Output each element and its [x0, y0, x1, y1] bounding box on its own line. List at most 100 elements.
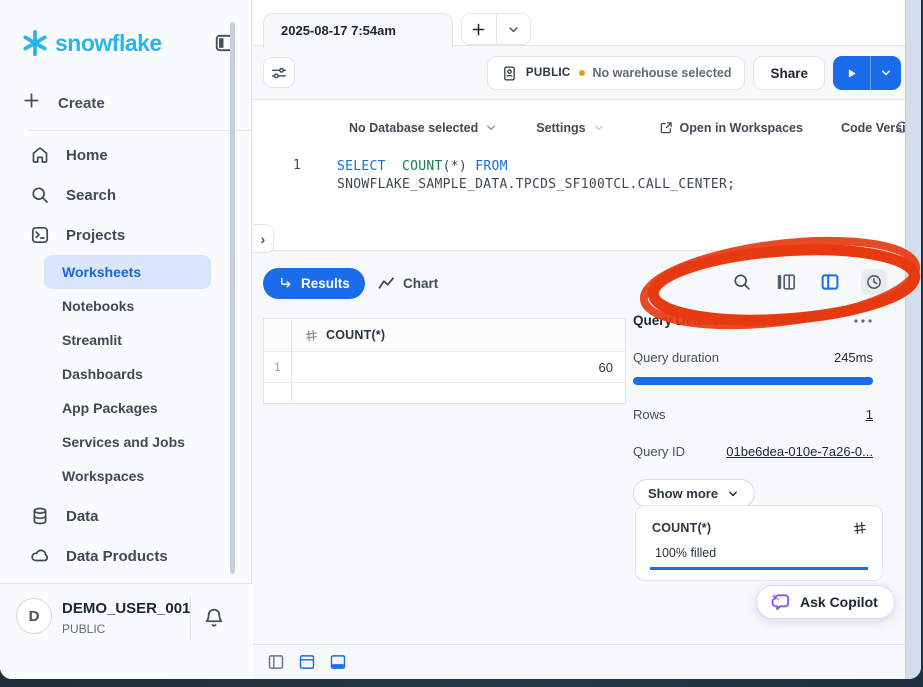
user-role: PUBLIC — [62, 622, 105, 636]
rows-value-link[interactable]: 1 — [866, 407, 873, 422]
database-selector[interactable]: No Database selected — [349, 121, 498, 135]
sidebar-item-label: Data — [66, 508, 99, 525]
query-id-label: Query ID — [633, 444, 685, 459]
share-button[interactable]: Share — [753, 56, 825, 90]
open-in-workspaces-link[interactable]: Open in Workspaces — [658, 120, 803, 136]
create-button[interactable]: Create — [22, 88, 251, 118]
sidebar-scrollbar[interactable] — [230, 22, 235, 574]
run-options-button[interactable] — [870, 56, 901, 90]
query-id-link[interactable]: 01be6dea-010e-7a26-0... — [726, 444, 873, 459]
plus-icon — [470, 21, 487, 38]
create-label: Create — [58, 95, 105, 112]
sidebar-item-label: Data Products — [66, 548, 168, 565]
sidebar-item-services-and-jobs[interactable]: Services and Jobs — [0, 425, 251, 459]
sidebar: snowflake Create Home — [0, 0, 252, 679]
search-icon — [30, 185, 50, 205]
copilot-icon — [770, 592, 791, 613]
context-selector[interactable]: PUBLIC No warehouse selected — [487, 56, 746, 90]
sql-code[interactable]: SELECT COUNT(*) FROM SNOWFLAKE_SAMPLE_DA… — [337, 158, 897, 194]
editor-search-icon[interactable] — [894, 119, 905, 142]
sidebar-item-label: Search — [66, 187, 116, 204]
sidebar-item-dashboards[interactable]: Dashboards — [0, 357, 251, 391]
search-results-icon[interactable] — [729, 269, 755, 295]
external-link-icon — [658, 120, 674, 136]
share-label: Share — [770, 66, 808, 81]
user-name: DEMO_USER_001 — [62, 600, 190, 617]
worksheet-tab[interactable]: 2025-08-17 7:54am — [263, 13, 453, 47]
chevron-down-icon — [484, 121, 498, 135]
sidebar-item-label: Worksheets — [62, 264, 141, 280]
chart-line-icon — [378, 276, 395, 291]
sidebar-item-data[interactable]: Data — [0, 496, 251, 536]
worksheet-toolbar: PUBLIC No warehouse selected Share — [253, 46, 905, 100]
bell-icon[interactable] — [202, 606, 226, 630]
layout-toggle-bar — [253, 644, 905, 679]
worksheet-options-button[interactable] — [263, 57, 295, 88]
sidebar-item-label: Dashboards — [62, 366, 143, 382]
sidebar-item-label: Services and Jobs — [62, 434, 185, 450]
number-column-icon — [303, 327, 320, 344]
settings-menu[interactable]: Settings — [536, 121, 605, 135]
snowflake-logo-icon — [20, 28, 50, 58]
expand-object-browser-button[interactable]: › — [253, 224, 274, 253]
show-more-label: Show more — [648, 486, 718, 501]
duration-value: 245ms — [834, 350, 873, 365]
results-tab-label: Results — [301, 276, 350, 291]
main-area: 2025-08-17 7:54am PUBLIC — [253, 0, 905, 679]
sidebar-item-workspaces[interactable]: Workspaces — [0, 459, 251, 493]
settings-label: Settings — [536, 121, 585, 135]
show-more-button[interactable]: Show more — [633, 479, 755, 508]
run-button-group — [833, 56, 901, 90]
sidebar-item-search[interactable]: Search — [0, 175, 251, 215]
panel-left-icon[interactable] — [267, 653, 285, 671]
number-column-icon — [851, 519, 869, 537]
sidebar-item-home[interactable]: Home — [0, 135, 251, 175]
tab-chart[interactable]: Chart — [378, 268, 438, 299]
sidebar-scroll-area: snowflake Create Home — [0, 0, 251, 583]
history-icon[interactable] — [861, 269, 887, 295]
editor-header: No Database selected Settings Open in Wo… — [253, 114, 905, 142]
sidebar-item-label: Home — [66, 147, 108, 164]
query-details-title: Query Details — [633, 313, 720, 328]
warehouse-status-label: No warehouse selected — [593, 66, 732, 80]
sidebar-item-data-products[interactable]: Data Products — [0, 536, 251, 576]
tab-list-dropdown[interactable] — [496, 14, 530, 44]
sidebar-item-notebooks[interactable]: Notebooks — [0, 289, 251, 323]
sidebar-item-projects[interactable]: Projects — [0, 215, 251, 255]
split-panel-icon[interactable] — [817, 269, 843, 295]
worksheet-tab-label: 2025-08-17 7:54am — [281, 23, 396, 38]
panel-top-icon[interactable] — [298, 653, 316, 671]
sidebar-item-ai-ml[interactable]: AI & ML — [0, 576, 251, 583]
sidebar-item-app-packages[interactable]: App Packages — [0, 391, 251, 425]
avatar[interactable]: D — [16, 598, 52, 634]
chevron-down-icon — [879, 66, 893, 80]
return-arrow-icon — [278, 276, 293, 291]
play-icon — [844, 66, 859, 81]
line-number: 1 — [293, 158, 301, 173]
row-index: 1 — [264, 352, 292, 382]
window-scrollbar-gutter[interactable] — [905, 0, 921, 679]
table-header-row[interactable]: COUNT(*) — [264, 319, 625, 352]
role-badge-icon — [501, 65, 518, 82]
panel-bottom-icon[interactable] — [329, 653, 347, 671]
sidebar-item-streamlit[interactable]: Streamlit — [0, 323, 251, 357]
sidebar-item-label: App Packages — [62, 400, 158, 416]
tab-results[interactable]: Results — [263, 268, 365, 299]
snowflake-wordmark: snowflake — [55, 30, 213, 57]
table-row[interactable]: 1 60 — [264, 352, 625, 383]
results-table: COUNT(*) 1 60 — [263, 318, 626, 404]
sidebar-item-label: Streamlit — [62, 332, 122, 348]
run-button[interactable] — [833, 56, 870, 90]
gutter-header-cell — [264, 319, 292, 351]
sidebar-item-worksheets[interactable]: Worksheets — [44, 255, 211, 289]
data-products-icon — [30, 546, 50, 566]
column-stats-card[interactable]: COUNT(*) 100% filled — [635, 505, 883, 581]
ask-copilot-button[interactable]: Ask Copilot — [756, 585, 895, 619]
sql-editor: No Database selected Settings Open in Wo… — [253, 100, 905, 251]
projects-icon — [30, 225, 50, 245]
more-menu-icon[interactable] — [853, 318, 873, 324]
sql-punct: (*) — [443, 159, 467, 174]
columns-icon[interactable] — [773, 269, 799, 295]
warehouse-status-dot — [579, 70, 585, 76]
new-worksheet-button[interactable] — [462, 14, 496, 44]
